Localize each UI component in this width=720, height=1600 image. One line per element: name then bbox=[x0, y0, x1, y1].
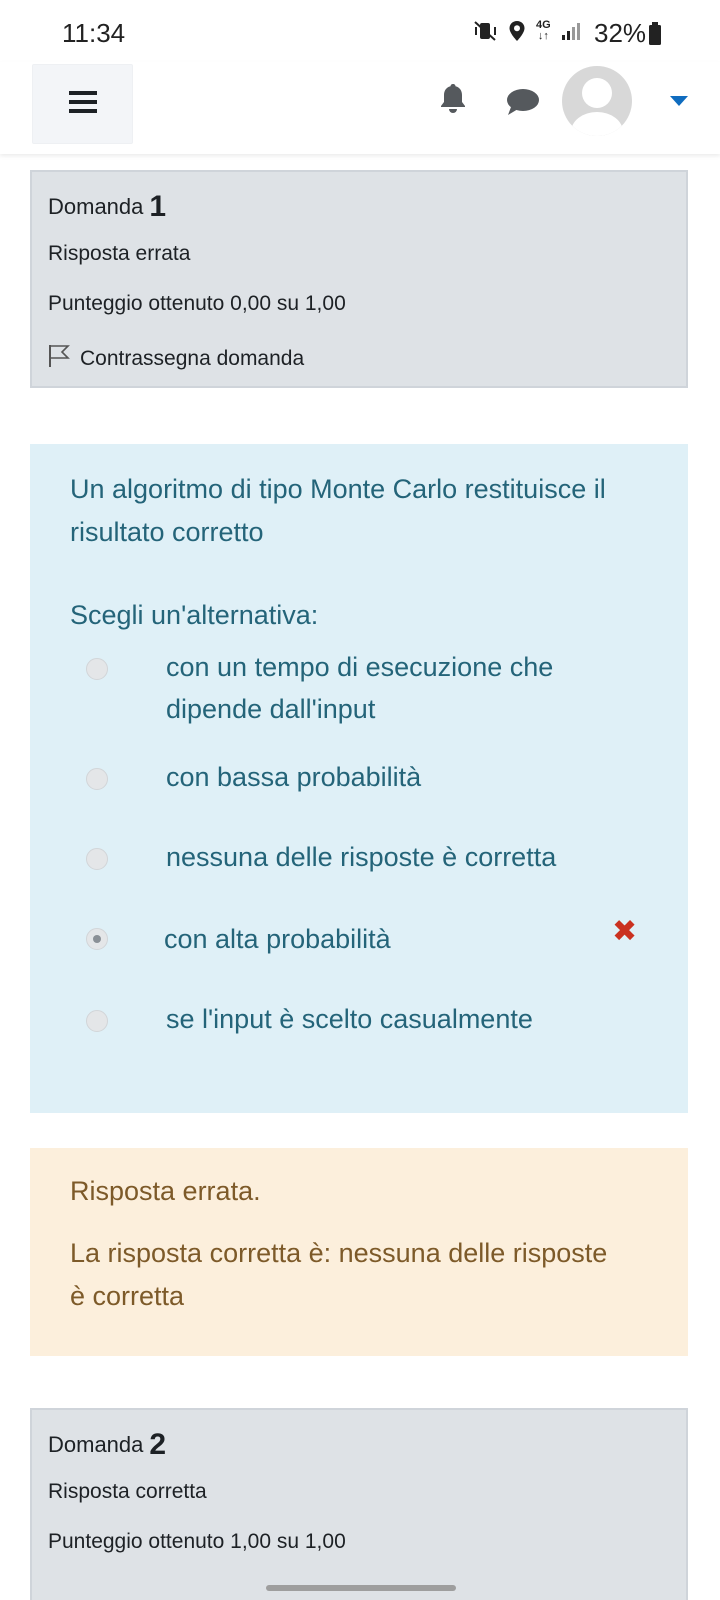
flag-label: Contrassegna domanda bbox=[80, 347, 305, 370]
answer-option[interactable]: nessuna delle risposte è corretta bbox=[86, 836, 646, 878]
answer-option-label: con bassa probabilità bbox=[166, 762, 422, 792]
flag-question-link[interactable]: Contrassegna domanda bbox=[48, 344, 304, 374]
question-info-1: Domanda 1 Risposta errata Punteggio otten… bbox=[30, 170, 688, 388]
question-state: Risposta corretta bbox=[48, 1480, 207, 1503]
location-icon bbox=[508, 20, 526, 42]
answer-option-label: se l'input è scelto casualmente bbox=[166, 1004, 533, 1034]
top-navbar bbox=[0, 62, 720, 154]
status-bar: 11:34 4G ↓↑ 32% bbox=[0, 0, 720, 62]
battery-percent: 32% bbox=[594, 18, 647, 48]
menu-button[interactable] bbox=[32, 64, 133, 144]
network-label: 4G bbox=[536, 19, 551, 31]
question-number-line: Domanda 2 bbox=[48, 1428, 166, 1462]
answer-option-label: nessuna delle risposte è corretta bbox=[166, 842, 557, 872]
question-grade: Punteggio ottenuto 1,00 su 1,00 bbox=[48, 1530, 346, 1553]
radio-button[interactable] bbox=[86, 848, 108, 870]
answer-option-label: con alta probabilità bbox=[164, 924, 391, 954]
status-icons: 4G ↓↑ bbox=[474, 20, 583, 42]
radio-button[interactable] bbox=[86, 768, 108, 790]
question-content: Un algoritmo di tipo Monte Carlo restitu… bbox=[30, 444, 688, 1113]
caret-down-icon[interactable] bbox=[670, 93, 688, 111]
answer-option[interactable]: se l'input è scelto casualmente bbox=[86, 998, 646, 1040]
answer-option[interactable]: con bassa probabilità bbox=[86, 756, 646, 798]
incorrect-mark-icon: ✖ bbox=[612, 915, 638, 948]
menu-icon bbox=[68, 90, 97, 119]
answer-prompt: Scegli un'alternativa: bbox=[70, 600, 319, 630]
home-indicator[interactable] bbox=[266, 1585, 456, 1591]
flag-icon bbox=[48, 344, 70, 374]
signal-icon bbox=[561, 21, 583, 41]
feedback-state: Risposta errata. bbox=[70, 1176, 261, 1206]
question-number: 1 bbox=[149, 190, 167, 223]
radio-button-checked[interactable] bbox=[86, 928, 108, 950]
answer-option-selected[interactable]: con alta probabilità bbox=[86, 918, 646, 960]
feedback-box: Risposta errata. La risposta corretta è:… bbox=[30, 1148, 688, 1356]
correct-answer-text: La risposta corretta è: nessuna delle ri… bbox=[70, 1238, 608, 1311]
question-label: Domanda bbox=[48, 1432, 144, 1457]
question-text: Un algoritmo di tipo Monte Carlo restitu… bbox=[70, 474, 606, 547]
answer-option-label: con un tempo di esecuzione che dipende d… bbox=[166, 652, 554, 724]
question-label: Domanda bbox=[48, 194, 144, 219]
mute-vibrate-icon bbox=[474, 20, 498, 42]
data-4g-icon: 4G ↓↑ bbox=[536, 19, 551, 42]
radio-button[interactable] bbox=[86, 1010, 108, 1032]
answer-option[interactable]: con un tempo di esecuzione che dipende d… bbox=[86, 646, 646, 732]
question-info-2: Domanda 2 Risposta corretta Punteggio ott… bbox=[30, 1408, 688, 1600]
bell-icon[interactable] bbox=[438, 82, 468, 119]
radio-button[interactable] bbox=[86, 658, 108, 680]
battery-icon bbox=[648, 22, 662, 51]
question-number: 2 bbox=[149, 1428, 167, 1461]
question-grade: Punteggio ottenuto 0,00 su 1,00 bbox=[48, 292, 346, 315]
question-state: Risposta errata bbox=[48, 242, 191, 265]
chat-icon[interactable] bbox=[506, 88, 540, 121]
avatar[interactable] bbox=[562, 66, 632, 136]
question-number-line: Domanda 1 bbox=[48, 190, 166, 224]
status-time: 11:34 bbox=[62, 18, 126, 48]
